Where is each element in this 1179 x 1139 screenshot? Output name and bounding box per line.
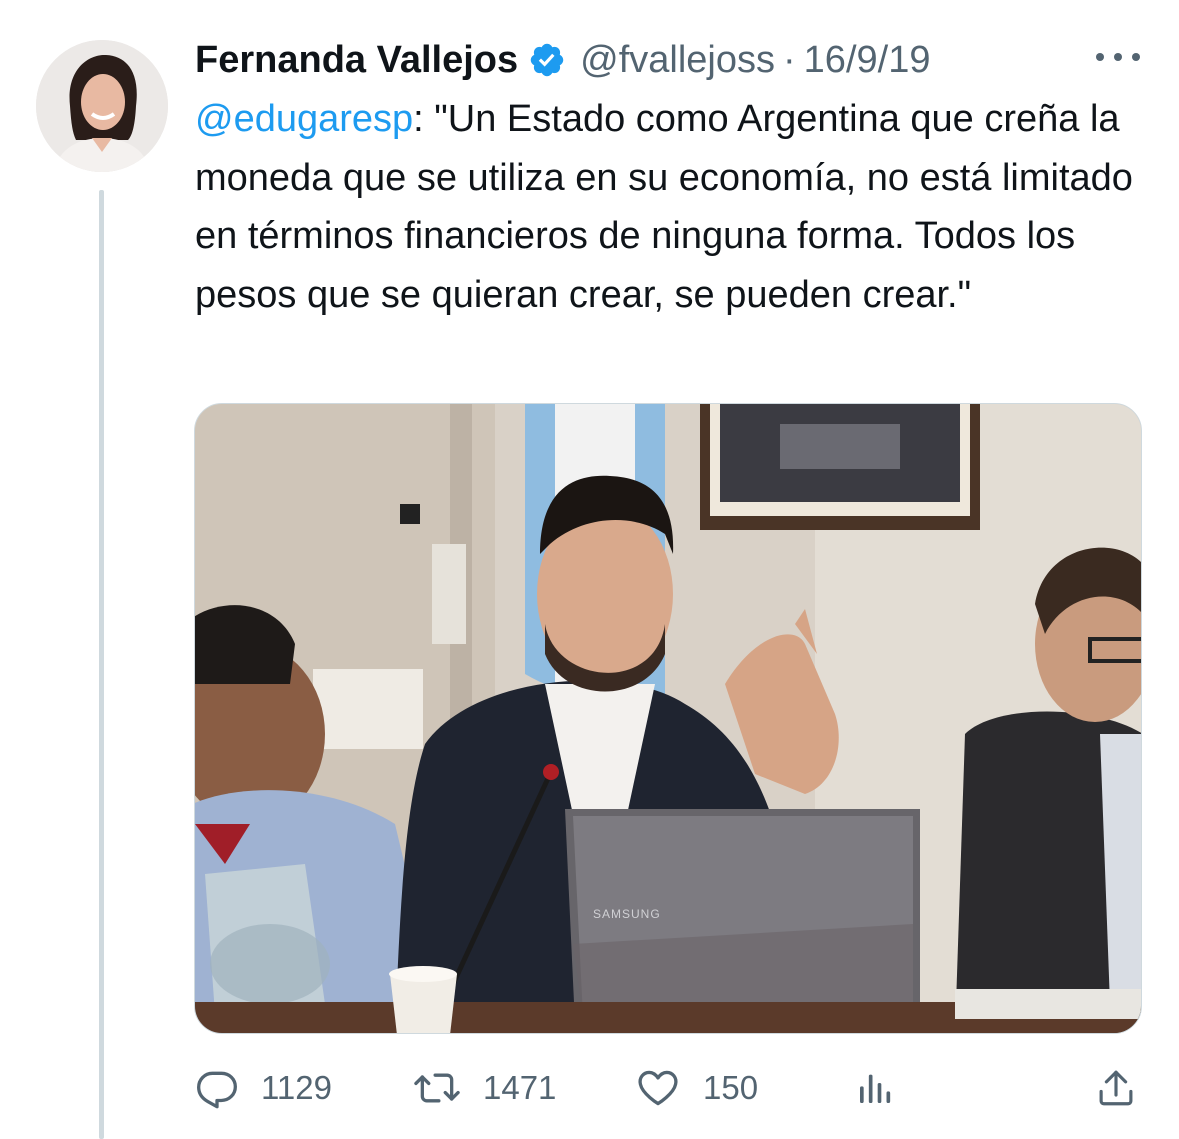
reply-icon[interactable] [195, 1066, 239, 1110]
author-display-name[interactable]: Fernanda Vallejos [195, 39, 518, 82]
tweet-actions: 1129 1471 150 [195, 1058, 1145, 1118]
analytics-icon[interactable] [855, 1066, 895, 1110]
tweet-header: Fernanda Vallejos @fvallejoss · 16/9/19 [195, 32, 930, 88]
tweet-photo[interactable]: SAMSUNG [194, 403, 1142, 1034]
analytics-action[interactable] [855, 1058, 895, 1118]
header-separator: · [783, 38, 796, 81]
author-handle[interactable]: @fvallejoss [580, 39, 775, 82]
reply-count: 1129 [261, 1069, 332, 1106]
share-action[interactable] [1095, 1058, 1137, 1118]
retweet-count: 1471 [483, 1069, 557, 1106]
verified-badge-icon [528, 41, 566, 79]
mention-link[interactable]: @edugaresp [195, 98, 413, 140]
heart-icon[interactable] [635, 1066, 681, 1110]
like-count: 150 [703, 1069, 759, 1106]
retweet-action[interactable]: 1471 [413, 1058, 556, 1118]
thread-line [99, 190, 104, 1139]
reply-action[interactable]: 1129 [195, 1058, 332, 1118]
tweet-text: @edugaresp: "Un Estado como Argentina qu… [195, 90, 1155, 324]
share-icon[interactable] [1095, 1066, 1137, 1110]
author-avatar[interactable] [36, 40, 168, 172]
retweet-icon[interactable] [413, 1066, 461, 1110]
like-action[interactable]: 150 [635, 1058, 758, 1118]
tweet-date[interactable]: 16/9/19 [804, 39, 931, 82]
more-options-icon[interactable] [1090, 42, 1146, 72]
tweet[interactable]: Fernanda Vallejos @fvallejoss · 16/9/19 … [0, 0, 1179, 1139]
laptop-brand-label: SAMSUNG [593, 907, 661, 921]
